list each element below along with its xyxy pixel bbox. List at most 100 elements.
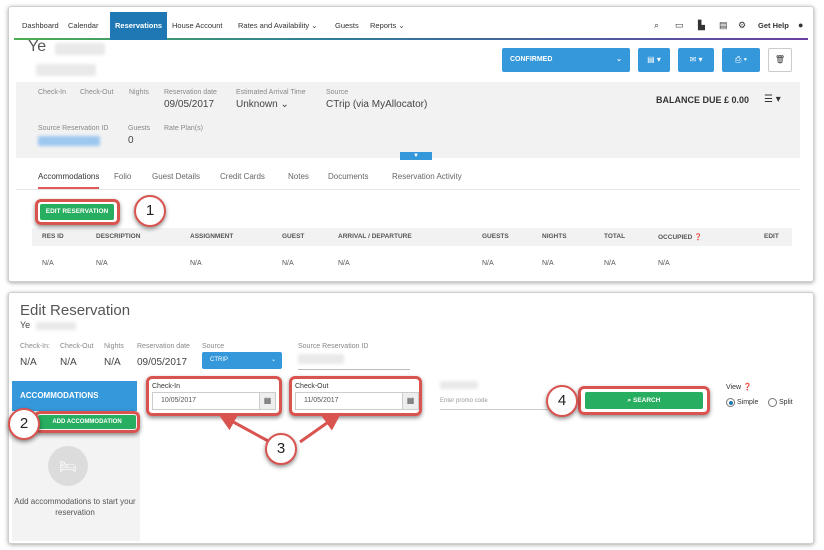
accommodations-sidebar-title: ACCOMMODATIONS [12,381,137,411]
label-rate-plans: Rate Plan(s) [164,125,203,132]
document-menu-button[interactable]: ▤ ▾ [638,48,670,72]
tab-folio[interactable]: Folio [114,172,131,181]
table-cell: N/A [338,260,350,267]
col-assignment: ASSIGNMENT [190,233,234,240]
label-reservation-date: Reservation date [137,343,190,350]
nav-calendar[interactable]: Calendar [68,12,98,40]
redacted-promo-label [440,381,478,389]
label-reservation-date: Reservation date [164,89,217,96]
redacted-name [36,322,76,330]
col-guest: GUEST [282,233,305,240]
nav-reservations[interactable]: Reservations [110,12,168,40]
tab-credit-cards[interactable]: Credit Cards [220,172,265,181]
chevron-down-icon: ⌄ [270,357,276,363]
tab-guest-details[interactable]: Guest Details [152,172,200,181]
expand-toggle[interactable]: ▼ [400,152,432,160]
reservation-tabs: Accommodations Folio Guest Details Credi… [16,168,800,190]
highlight-search [578,386,710,415]
document-icon[interactable]: ▤ [719,20,728,31]
col-total: TOTAL [604,233,626,240]
source-select[interactable]: CTRIP ⌄ [202,352,282,369]
get-help-link[interactable]: Get Help [758,12,789,40]
redacted-source-id [38,136,100,146]
col-nights: NIGHTS [542,233,567,240]
check-out-value: N/A [60,357,77,368]
delete-button[interactable]: 🗑 [768,48,792,72]
label-nights: Nights [129,89,149,96]
hamburger-menu-icon[interactable]: ☰ ▾ [764,94,781,105]
redacted-source-id [298,354,344,364]
label-check-out: Check-Out [60,343,94,350]
nav-reports[interactable]: Reports ⌄ [370,12,405,40]
status-dropdown-button[interactable]: CONFIRMED ⌄ [502,48,630,72]
view-simple-radio[interactable] [726,398,735,407]
nav-dashboard[interactable]: Dashboard [22,12,59,40]
balance-due: BALANCE DUE £ 0.00 [656,95,750,105]
document-icon: ▤ ▾ [647,55,661,64]
tab-accommodations[interactable]: Accommodations [38,172,100,189]
table-cell: N/A [604,260,616,267]
label-guests: Guests [128,125,151,132]
table-cell: N/A [96,260,108,267]
view-split-label[interactable]: Split [779,399,793,406]
redacted-name [55,43,105,55]
empty-accommodations-text: Add accommodations to start your reserva… [14,497,136,517]
table-cell: N/A [42,260,54,267]
step-badge-1: 1 [134,195,166,227]
nights-value: N/A [104,357,121,368]
reservation-date-value: 09/05/2017 [137,357,188,368]
highlight-add-accommodation [34,411,140,433]
table-cell: N/A [282,260,294,267]
table-cell: N/A [190,260,202,267]
printer-icon: ⎙ ▾ [735,55,747,64]
promo-code-input[interactable]: Enter promo code [440,393,548,410]
label-check-in: Check-In [38,89,67,96]
source-value: CTrip (via MyAllocator) [326,99,428,110]
col-arrival-departure: ARRIVAL / DEPARTURE [338,233,412,240]
source-id-field-underline[interactable] [298,369,410,370]
print-menu-button[interactable]: ⎙ ▾ [722,48,760,72]
label-check-out: Check-Out [80,89,114,96]
source-select-value: CTRIP [210,357,228,363]
guests-value: 0 [128,135,134,146]
email-menu-button[interactable]: ✉ ▾ [678,48,714,72]
accommodations-table-header: RES ID DESCRIPTION ASSIGNMENT GUEST ARRI… [32,228,792,246]
guest-name-small: Ye [20,320,31,330]
col-guests: GUESTS [482,233,509,240]
gear-icon[interactable]: ⚙ [738,20,746,31]
col-description: DESCRIPTION [96,233,141,240]
label-source-reservation-id: Source Reservation ID [298,343,369,350]
label-source: Source [326,89,349,96]
tab-notes[interactable]: Notes [288,172,309,181]
view-simple-label[interactable]: Simple [737,399,758,406]
nav-rates-availability[interactable]: Rates and Availability ⌄ [238,12,318,40]
estimated-arrival-dropdown[interactable]: Unknown ⌄ [236,99,289,110]
view-split-radio[interactable] [768,398,777,407]
col-res-id: RES ID [42,233,64,240]
reservation-date-value: 09/05/2017 [164,99,215,110]
top-navbar: Dashboard Calendar Reservations House Ac… [14,12,808,40]
step-badge-4: 4 [546,385,578,417]
card-icon[interactable]: ▭ [675,20,684,31]
view-label: View ❓ [726,384,752,391]
user-icon[interactable]: ● [798,20,803,30]
label-source: Source [202,343,225,350]
table-cell: N/A [482,260,494,267]
check-in-value: N/A [20,357,37,368]
chevron-down-icon: ▼ [413,153,419,159]
highlight-edit-reservation [35,199,120,225]
step-badge-2: 2 [8,408,40,440]
bed-icon: 🛏 [48,446,88,486]
tab-documents[interactable]: Documents [328,172,368,181]
search-icon[interactable]: ⌕ [654,20,659,31]
table-cell: N/A [658,260,670,267]
nav-house-account[interactable]: House Account [172,12,222,40]
tab-reservation-activity[interactable]: Reservation Activity [392,172,462,181]
nav-guests[interactable]: Guests [335,12,359,40]
col-occupied: OCCUPIED ❓ [658,234,703,241]
register-icon[interactable]: ▙ [698,20,705,31]
trash-icon: 🗑 [774,55,786,64]
table-cell: N/A [542,260,554,267]
step-badge-3: 3 [265,433,297,465]
guest-name: Ye [28,38,47,55]
